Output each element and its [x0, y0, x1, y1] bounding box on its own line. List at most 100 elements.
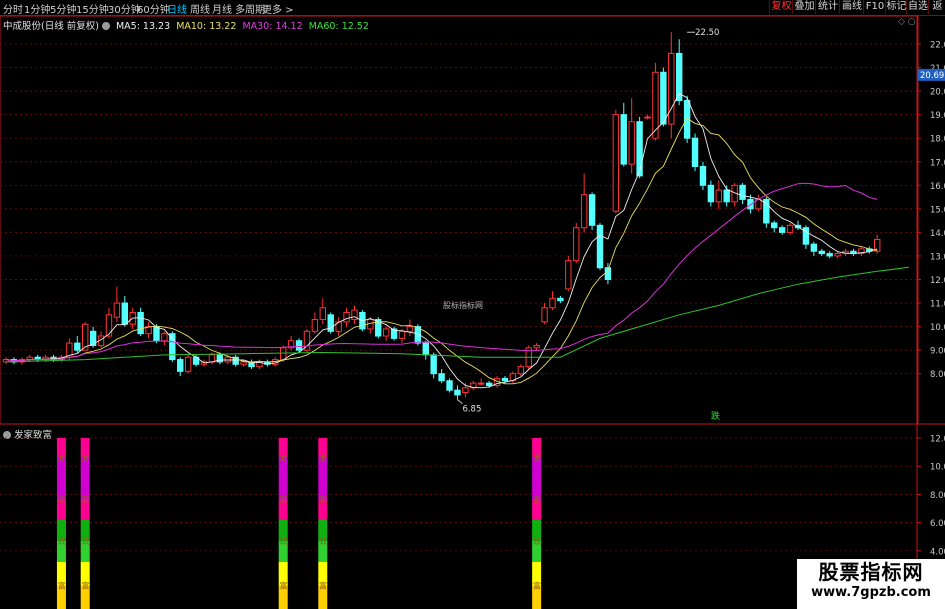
- candle: [668, 52, 675, 125]
- candle: [826, 253, 833, 257]
- signal-bar-char: 家: [280, 494, 288, 504]
- y-tick-label: 22.00: [930, 41, 945, 51]
- candle: [533, 344, 540, 349]
- candle: [208, 354, 216, 363]
- candle: [478, 382, 485, 385]
- candle: [319, 307, 327, 321]
- candle: [620, 114, 627, 165]
- candle: [462, 387, 469, 394]
- signal-bar-char: 发: [58, 453, 66, 463]
- y-tick-label: 19.00: [930, 111, 945, 121]
- candle: [382, 328, 390, 337]
- y-tick-label: 9.00: [930, 347, 945, 357]
- candle: [786, 224, 794, 233]
- candle: [549, 297, 556, 309]
- signal-bar-char: 富: [58, 581, 66, 591]
- candle: [778, 227, 786, 233]
- signal-bar-char: 发: [280, 453, 288, 463]
- y-tick-label: 4.00: [930, 547, 945, 557]
- candle: [438, 373, 445, 382]
- signal-bar-char: 富: [533, 581, 541, 591]
- candle: [596, 224, 604, 269]
- logo-line-2: www.7gpzb.com: [811, 585, 931, 600]
- signal-bar-char: 致: [82, 536, 90, 546]
- candle: [747, 198, 754, 210]
- signal-bar-char: 发: [533, 453, 541, 463]
- signal-bar-char: 富: [319, 581, 327, 591]
- candle: [295, 340, 303, 351]
- candle: [169, 333, 176, 361]
- candle: [485, 382, 493, 386]
- signal-bar-char: 家: [58, 494, 66, 504]
- candle: [406, 326, 414, 332]
- candle: [557, 297, 564, 302]
- candle: [707, 184, 715, 203]
- signal-bar-char: 家: [82, 494, 90, 504]
- y-tick-label: 12.00: [930, 276, 945, 286]
- candle: [691, 137, 699, 167]
- candle: [644, 116, 651, 119]
- candle: [699, 165, 707, 186]
- candle: [501, 377, 509, 382]
- candle: [105, 314, 113, 337]
- ma30-line: [5, 182, 878, 362]
- candle: [771, 222, 778, 229]
- candle: [454, 389, 461, 396]
- signal-bar-char: 家: [319, 494, 327, 504]
- signal-bar-char: 致: [280, 536, 288, 546]
- candle: [636, 121, 643, 177]
- ma10-line: [5, 117, 878, 385]
- candle: [113, 302, 121, 318]
- candle: [517, 366, 524, 375]
- low-price-label: 6.85: [462, 405, 481, 415]
- candle: [541, 307, 548, 323]
- candle: [446, 380, 453, 391]
- y-tick-label: 14.00: [930, 229, 945, 239]
- candle: [818, 250, 825, 255]
- candle: [184, 356, 192, 372]
- site-logo[interactable]: 股票指标网 www.7gpzb.com: [797, 559, 945, 609]
- candle: [580, 194, 588, 229]
- y-tick-label: 12.00: [930, 435, 945, 445]
- signal-bar-char: 家: [533, 494, 541, 504]
- candle: [398, 330, 406, 339]
- candle: [565, 260, 572, 290]
- signal-bar-char: 富: [280, 581, 288, 591]
- candle: [715, 189, 722, 203]
- candle: [723, 189, 730, 203]
- y-tick-label: 15.00: [930, 205, 945, 215]
- y-tick-label: 11.00: [930, 300, 945, 310]
- candle: [311, 319, 319, 332]
- candle: [177, 359, 184, 372]
- y-tick-label: 13.00: [930, 252, 945, 262]
- main-chart-frame: [0, 15, 919, 425]
- signal-bar-char: 发: [82, 453, 90, 463]
- candle: [74, 342, 81, 351]
- high-price-label: 22.50: [695, 28, 719, 38]
- logo-line-1: 股票指标网: [818, 560, 924, 584]
- candle: [810, 243, 818, 252]
- event-label: 跌: [711, 411, 720, 422]
- candle: [660, 71, 667, 125]
- signal-bar-char: 富: [82, 581, 90, 591]
- y-tick-label: 18.00: [930, 135, 945, 145]
- candle: [612, 114, 620, 212]
- candle: [137, 311, 144, 335]
- candle: [739, 184, 746, 200]
- y-tick-label: 20.00: [930, 88, 945, 98]
- y-tick-label: 17.00: [930, 158, 945, 168]
- y-tick-label: 8.00: [930, 370, 945, 380]
- candle: [422, 342, 429, 356]
- signal-bar-char: 致: [58, 536, 66, 546]
- candle: [834, 253, 841, 257]
- chart-area[interactable]: 22.0021.0020.0019.0018.0017.0016.0015.00…: [0, 0, 945, 609]
- candle: [240, 361, 247, 365]
- signal-bar-char: 致: [319, 536, 327, 546]
- low-marker: [457, 399, 463, 404]
- candle: [430, 354, 437, 375]
- y-tick-label: 10.00: [930, 323, 945, 333]
- candle: [588, 194, 596, 226]
- current-price-label: 20.69: [920, 71, 944, 81]
- y-tick-label: 16.00: [930, 182, 945, 192]
- candle: [343, 311, 350, 323]
